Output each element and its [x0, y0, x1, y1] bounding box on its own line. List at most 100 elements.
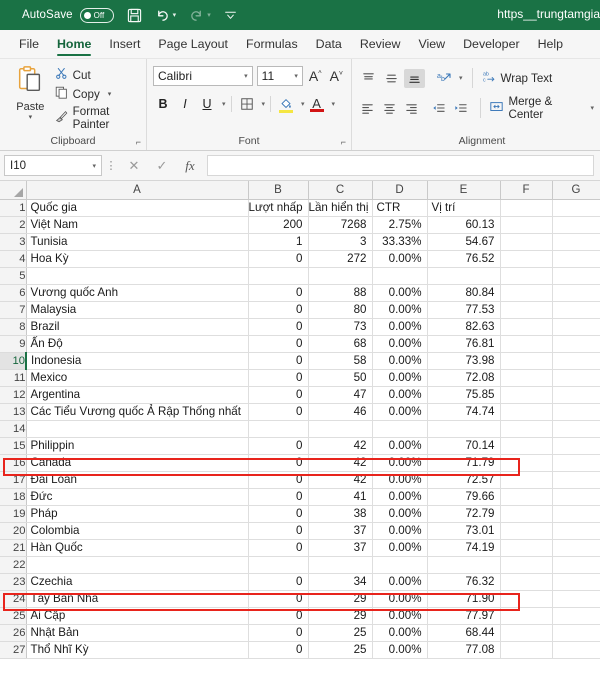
cell-B13[interactable]: 0 [248, 403, 309, 421]
row-header-13[interactable]: 13 [0, 403, 27, 421]
row-header-14[interactable]: 14 [0, 420, 27, 438]
cell-C16[interactable]: 42 [308, 454, 373, 472]
cell-F8[interactable] [500, 318, 553, 336]
cell-B23[interactable]: 0 [248, 573, 309, 591]
row-header-7[interactable]: 7 [0, 301, 27, 319]
cell-C12[interactable]: 47 [308, 386, 373, 404]
cell-G23[interactable] [552, 573, 600, 591]
cell-G26[interactable] [552, 624, 600, 642]
cell-G9[interactable] [552, 335, 600, 353]
cell-G14[interactable] [552, 420, 600, 438]
cell-F5[interactable] [500, 267, 553, 285]
tab-home[interactable]: Home [48, 30, 100, 58]
cell-A2[interactable]: Việt Nam [26, 216, 249, 234]
cell-B21[interactable]: 0 [248, 539, 309, 557]
cell-G11[interactable] [552, 369, 600, 387]
row-header-23[interactable]: 23 [0, 573, 27, 591]
cell-G24[interactable] [552, 590, 600, 608]
cell-E16[interactable]: 71.79 [427, 454, 501, 472]
cell-B15[interactable]: 0 [248, 437, 309, 455]
cell-D16[interactable]: 0.00% [372, 454, 428, 472]
cell-G20[interactable] [552, 522, 600, 540]
tab-insert[interactable]: Insert [100, 30, 149, 58]
cell-G1[interactable] [552, 199, 600, 217]
cell-C4[interactable]: 272 [308, 250, 373, 268]
cell-C1[interactable]: Lần hiển thị [308, 199, 373, 217]
cell-B16[interactable]: 0 [248, 454, 309, 472]
cell-C7[interactable]: 80 [308, 301, 373, 319]
cell-E5[interactable] [427, 267, 501, 285]
cell-A6[interactable]: Vương quốc Anh [26, 284, 249, 302]
cell-A12[interactable]: Argentina [26, 386, 249, 404]
cell-C2[interactable]: 7268 [308, 216, 373, 234]
row-header-22[interactable]: 22 [0, 556, 27, 574]
cell-E23[interactable]: 76.32 [427, 573, 501, 591]
cell-A18[interactable]: Đức [26, 488, 249, 506]
cell-C6[interactable]: 88 [308, 284, 373, 302]
row-header-19[interactable]: 19 [0, 505, 27, 523]
cell-A22[interactable] [26, 556, 249, 574]
cell-G2[interactable] [552, 216, 600, 234]
cell-G22[interactable] [552, 556, 600, 574]
cell-E12[interactable]: 75.85 [427, 386, 501, 404]
orientation-dropdown-icon[interactable]: ▾ [459, 74, 463, 82]
cell-E20[interactable]: 73.01 [427, 522, 501, 540]
cell-B24[interactable]: 0 [248, 590, 309, 608]
cell-B3[interactable]: 1 [248, 233, 309, 251]
cell-B17[interactable]: 0 [248, 471, 309, 489]
column-header-g[interactable]: G [552, 181, 600, 200]
format-painter-button[interactable]: Format Painter [55, 105, 140, 131]
cell-E24[interactable]: 71.90 [427, 590, 501, 608]
cell-E27[interactable]: 77.08 [427, 641, 501, 659]
cell-B27[interactable]: 0 [248, 641, 309, 659]
cell-F17[interactable] [500, 471, 553, 489]
cell-B8[interactable]: 0 [248, 318, 309, 336]
cell-G6[interactable] [552, 284, 600, 302]
cell-A20[interactable]: Colombia [26, 522, 249, 540]
font-size-dropdown-icon[interactable]: ▾ [294, 72, 298, 80]
cell-B19[interactable]: 0 [248, 505, 309, 523]
cell-G25[interactable] [552, 607, 600, 625]
cell-D6[interactable]: 0.00% [372, 284, 428, 302]
cell-F24[interactable] [500, 590, 553, 608]
cell-E10[interactable]: 73.98 [427, 352, 501, 370]
row-header-2[interactable]: 2 [0, 216, 27, 234]
cell-A19[interactable]: Pháp [26, 505, 249, 523]
align-center-icon[interactable] [380, 99, 400, 118]
row-header-26[interactable]: 26 [0, 624, 27, 642]
merge-and-center-button[interactable]: Merge & Center ▾ [489, 95, 594, 121]
cell-A3[interactable]: Tunisia [26, 233, 249, 251]
undo-icon[interactable] [155, 8, 170, 23]
align-left-icon[interactable] [358, 99, 378, 118]
name-box-dropdown-icon[interactable]: ▾ [92, 162, 96, 170]
cell-F3[interactable] [500, 233, 553, 251]
cell-B4[interactable]: 0 [248, 250, 309, 268]
cell-C10[interactable]: 58 [308, 352, 373, 370]
cell-D13[interactable]: 0.00% [372, 403, 428, 421]
tab-page-layout[interactable]: Page Layout [149, 30, 237, 58]
cell-D18[interactable]: 0.00% [372, 488, 428, 506]
cell-C22[interactable] [308, 556, 373, 574]
cell-G15[interactable] [552, 437, 600, 455]
cell-C20[interactable]: 37 [308, 522, 373, 540]
row-header-9[interactable]: 9 [0, 335, 27, 353]
cell-C5[interactable] [308, 267, 373, 285]
cell-E6[interactable]: 80.84 [427, 284, 501, 302]
tab-help[interactable]: Help [529, 30, 572, 58]
cell-E19[interactable]: 72.79 [427, 505, 501, 523]
cell-B25[interactable]: 0 [248, 607, 309, 625]
cell-E22[interactable] [427, 556, 501, 574]
cell-E11[interactable]: 72.08 [427, 369, 501, 387]
row-header-25[interactable]: 25 [0, 607, 27, 625]
cell-F7[interactable] [500, 301, 553, 319]
borders-dropdown-icon[interactable]: ▾ [262, 100, 266, 108]
cell-D14[interactable] [372, 420, 428, 438]
cell-E14[interactable] [427, 420, 501, 438]
underline-dropdown-icon[interactable]: ▾ [222, 100, 226, 108]
copy-button[interactable]: Copy ▾ [55, 86, 140, 102]
align-right-icon[interactable] [401, 99, 421, 118]
cell-A25[interactable]: Ai Cập [26, 607, 249, 625]
cell-D1[interactable]: CTR [372, 199, 428, 217]
save-icon[interactable] [127, 8, 142, 23]
row-header-1[interactable]: 1 [0, 199, 27, 217]
